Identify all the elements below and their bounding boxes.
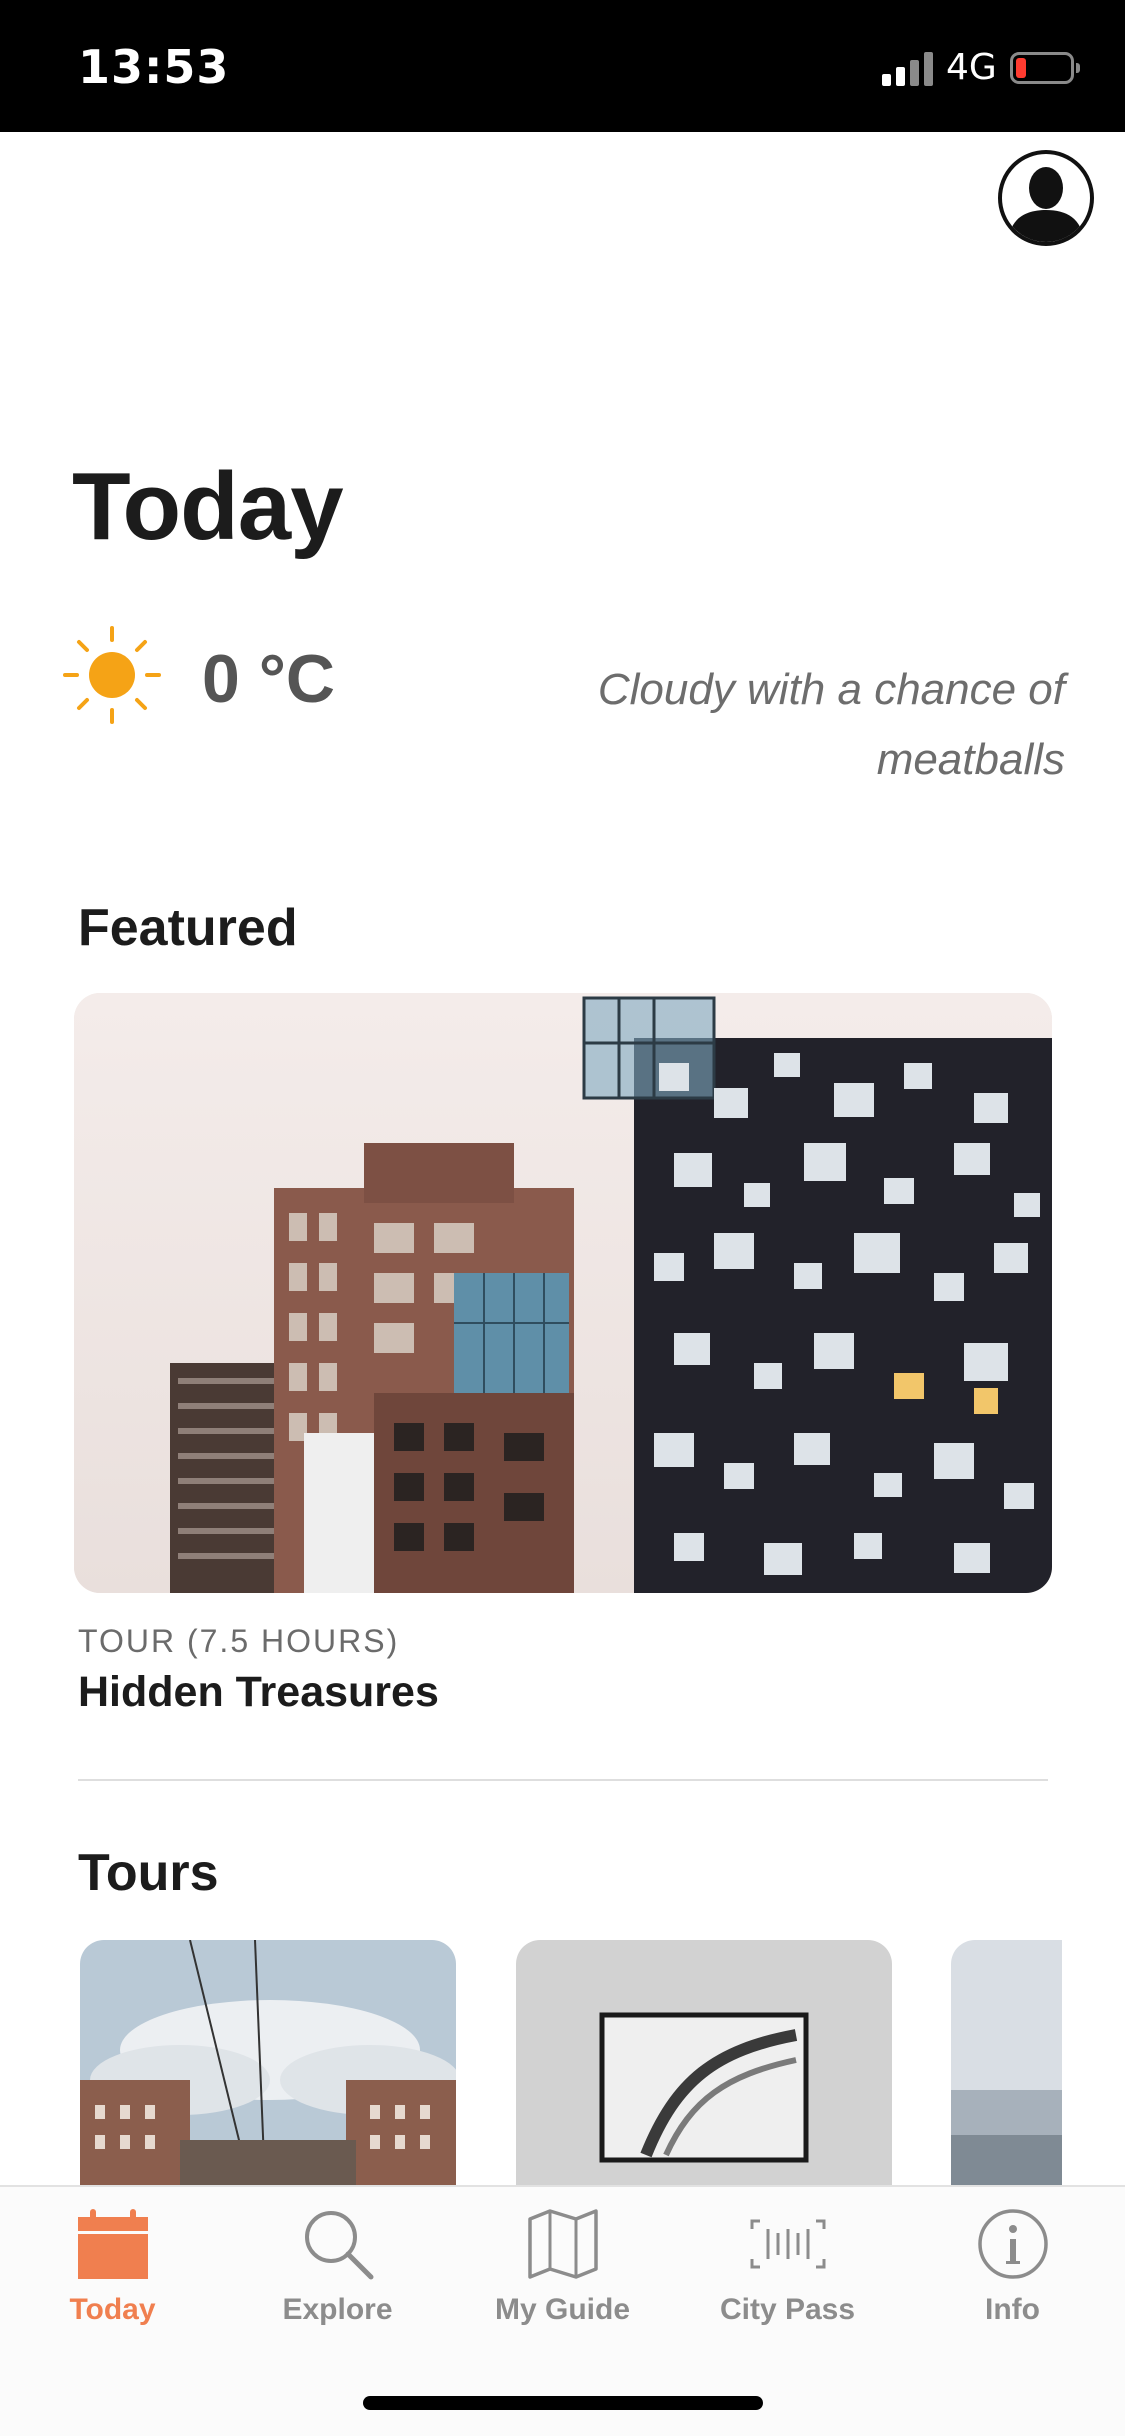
tab-today[interactable]: Today	[0, 2207, 225, 2377]
tab-city-pass[interactable]: City Pass	[675, 2207, 900, 2377]
barcode-icon	[750, 2219, 825, 2269]
tab-label: Explore	[282, 2293, 393, 2326]
tours-carousel[interactable]	[0, 1940, 1062, 2185]
tab-label: City Pass	[719, 2293, 856, 2326]
tour-card-image[interactable]	[516, 1940, 892, 2185]
profile-avatar-button[interactable]	[998, 150, 1094, 246]
network-type: 4G	[946, 47, 997, 88]
tab-label: Info	[985, 2293, 1040, 2326]
battery-icon	[1010, 52, 1080, 84]
status-time: 13:53	[78, 40, 230, 94]
map-icon	[527, 2209, 598, 2279]
tab-my-guide[interactable]: My Guide	[450, 2207, 675, 2377]
tours-heading: Tours	[78, 1844, 219, 1902]
tab-label: Today	[69, 2293, 156, 2326]
magnifier-icon	[304, 2211, 373, 2280]
featured-heading: Featured	[78, 899, 298, 957]
home-indicator[interactable]	[363, 2396, 763, 2410]
info-icon	[977, 2209, 1048, 2279]
tour-card-image[interactable]	[80, 1940, 456, 2185]
sun-icon	[63, 626, 161, 724]
tour-card-image[interactable]	[951, 1940, 1062, 2185]
temperature: 0 °C	[202, 641, 336, 717]
tab-label: My Guide	[494, 2293, 630, 2326]
tab-info[interactable]: Info	[900, 2207, 1125, 2377]
weather-description: Cloudy with a chance of meatballs	[597, 665, 1065, 784]
featured-tour-title[interactable]: Hidden Treasures	[78, 1668, 439, 1717]
signal-strength-icon	[882, 52, 934, 86]
section-divider	[78, 1779, 1048, 1781]
tab-explore[interactable]: Explore	[225, 2207, 450, 2377]
calendar-icon	[77, 2209, 148, 2279]
featured-tour-meta: TOUR (7.5 HOURS)	[78, 1623, 400, 1659]
status-bar: 13:53 4G	[0, 0, 1125, 132]
person-silhouette-icon	[1008, 167, 1084, 242]
featured-card-image[interactable]	[74, 993, 1052, 1593]
page-title: Today	[72, 453, 344, 560]
